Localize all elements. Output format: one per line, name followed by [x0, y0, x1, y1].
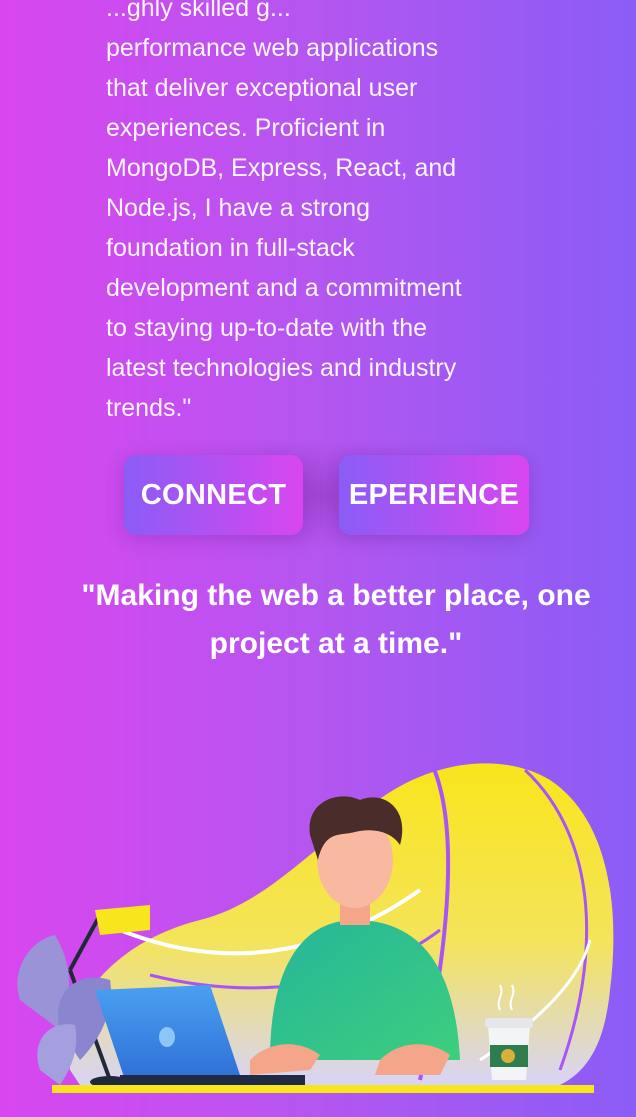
- developer-illustration: [17, 759, 614, 1093]
- experience-button[interactable]: EPERIENCE: [339, 455, 529, 535]
- bio-line: MongoDB, Express, React, and: [106, 154, 457, 182]
- bio-line: Node.js, I have a strong: [106, 194, 371, 222]
- bio-line: ...ghly skilled g...: [106, 0, 291, 22]
- bio-line: latest technologies and industry: [106, 354, 457, 382]
- bio-line: foundation in full-stack: [106, 234, 355, 262]
- bio-line: experiences. Proficient in: [106, 114, 386, 142]
- bio-line: trends.": [106, 394, 192, 422]
- desk-surface: [52, 1085, 594, 1093]
- tagline-quote: "Making the web a better place, one proj…: [60, 572, 612, 668]
- bio-line: that deliver exceptional user: [106, 74, 418, 102]
- bio-line: development and a commitment: [106, 274, 462, 302]
- connect-button[interactable]: CONNECT: [124, 455, 303, 535]
- bio-paragraph: ...ghly skilled g... performance web app…: [106, 0, 526, 428]
- tagline-line-1: "Making the web a better place, one: [81, 579, 591, 612]
- bio-line: performance web applications: [106, 34, 439, 62]
- bio-line: to staying up-to-date with the: [106, 314, 428, 342]
- tagline-line-2: project at a time.": [209, 627, 463, 660]
